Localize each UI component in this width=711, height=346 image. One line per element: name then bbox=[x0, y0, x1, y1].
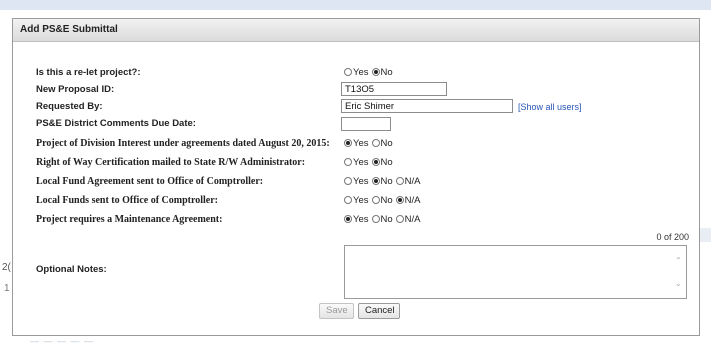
radio-button[interactable] bbox=[371, 196, 380, 204]
radio-button[interactable] bbox=[344, 158, 352, 166]
radio-button[interactable] bbox=[395, 196, 404, 204]
radio-label: Yes bbox=[353, 214, 369, 225]
maintenance-option-yes[interactable]: Yes bbox=[344, 212, 369, 228]
background-partial-text: 2( bbox=[2, 262, 11, 273]
radio-label: No bbox=[380, 67, 393, 78]
local-fund-agreement-option-no[interactable]: No bbox=[371, 174, 393, 190]
comments-due-label: PS&E District Comments Due Date: bbox=[36, 118, 196, 129]
show-all-users-link[interactable]: [Show all users] bbox=[518, 100, 582, 114]
division-interest-option-no[interactable]: No bbox=[371, 136, 393, 152]
division-interest-radio-group: Yes No bbox=[344, 136, 396, 152]
local-funds-option-yes[interactable]: Yes bbox=[344, 193, 369, 209]
proposal-id-input[interactable] bbox=[341, 82, 447, 96]
radio-button[interactable] bbox=[371, 139, 380, 147]
row-cert-radio-group: Yes No bbox=[344, 155, 396, 171]
optional-notes-label: Optional Notes: bbox=[36, 264, 107, 275]
cancel-button[interactable]: Cancel bbox=[358, 303, 400, 319]
local-funds-label: Local Funds sent to Office of Comptrolle… bbox=[36, 195, 219, 206]
local-fund-agreement-option-na[interactable]: N/A bbox=[395, 174, 421, 190]
radio-button[interactable] bbox=[344, 215, 352, 223]
radio-label: No bbox=[380, 138, 393, 149]
save-button[interactable]: Save bbox=[319, 303, 354, 319]
radio-button[interactable] bbox=[371, 215, 380, 223]
radio-button[interactable] bbox=[344, 68, 352, 76]
radio-label: No bbox=[380, 176, 393, 187]
maintenance-label: Project requires a Maintenance Agreement… bbox=[36, 214, 223, 225]
dialog-title: Add PS&E Submittal bbox=[13, 19, 699, 42]
relet-label: Is this a re-let project?: bbox=[36, 67, 141, 78]
radio-label: Yes bbox=[353, 67, 369, 78]
local-fund-agreement-option-yes[interactable]: Yes bbox=[344, 174, 369, 190]
radio-label: N/A bbox=[404, 176, 421, 187]
local-funds-option-na[interactable]: N/A bbox=[395, 193, 421, 209]
division-interest-label: Project of Division Interest under agree… bbox=[36, 138, 330, 149]
background-partial-text: 1 bbox=[4, 283, 10, 294]
relet-radio-group: Yes No bbox=[344, 65, 396, 81]
radio-label: Yes bbox=[353, 195, 369, 206]
radio-label: No bbox=[380, 195, 393, 206]
requested-by-label: Requested By: bbox=[36, 101, 103, 112]
comments-due-date-input[interactable] bbox=[341, 117, 391, 131]
radio-label: N/A bbox=[404, 195, 421, 206]
radio-button[interactable] bbox=[344, 139, 352, 147]
radio-label: No bbox=[380, 157, 393, 168]
optional-notes-textarea[interactable] bbox=[344, 245, 687, 299]
radio-label: Yes bbox=[353, 176, 369, 187]
background-left-panel bbox=[0, 10, 12, 345]
local-funds-option-no[interactable]: No bbox=[371, 193, 393, 209]
radio-button[interactable] bbox=[371, 68, 380, 76]
maintenance-option-no[interactable]: No bbox=[371, 212, 393, 228]
relet-option-yes[interactable]: Yes bbox=[344, 65, 369, 81]
background-right-band bbox=[700, 228, 711, 242]
row-cert-option-no[interactable]: No bbox=[371, 155, 393, 171]
proposal-id-label: New Proposal ID: bbox=[36, 84, 115, 95]
radio-button[interactable] bbox=[344, 196, 352, 204]
scroll-up-icon[interactable]: ⌃ bbox=[675, 257, 682, 265]
local-funds-radio-group: Yes No N/A bbox=[344, 193, 424, 209]
radio-button[interactable] bbox=[371, 158, 380, 166]
relet-option-no[interactable]: No bbox=[371, 65, 393, 81]
notes-char-counter: 0 of 200 bbox=[656, 232, 689, 242]
scroll-down-icon[interactable]: ⌄ bbox=[675, 280, 682, 288]
row-cert-label: Right of Way Certification mailed to Sta… bbox=[36, 157, 306, 168]
row-cert-option-yes[interactable]: Yes bbox=[344, 155, 369, 171]
radio-label: No bbox=[380, 214, 393, 225]
radio-label: Yes bbox=[353, 138, 369, 149]
maintenance-radio-group: Yes No N/A bbox=[344, 212, 424, 228]
requested-by-input[interactable] bbox=[341, 99, 513, 113]
background-header-strip bbox=[0, 0, 711, 10]
radio-button[interactable] bbox=[395, 177, 404, 185]
local-fund-agreement-label: Local Fund Agreement sent to Office of C… bbox=[36, 176, 264, 187]
local-fund-agreement-radio-group: Yes No N/A bbox=[344, 174, 424, 190]
radio-button[interactable] bbox=[395, 215, 404, 223]
radio-label: N/A bbox=[404, 214, 421, 225]
radio-button[interactable] bbox=[371, 177, 380, 185]
radio-button[interactable] bbox=[344, 177, 352, 185]
radio-label: Yes bbox=[353, 157, 369, 168]
division-interest-option-yes[interactable]: Yes bbox=[344, 136, 369, 152]
maintenance-option-na[interactable]: N/A bbox=[395, 212, 421, 228]
add-pse-submittal-dialog: Add PS&E Submittal Is this a re-let proj… bbox=[12, 18, 700, 336]
